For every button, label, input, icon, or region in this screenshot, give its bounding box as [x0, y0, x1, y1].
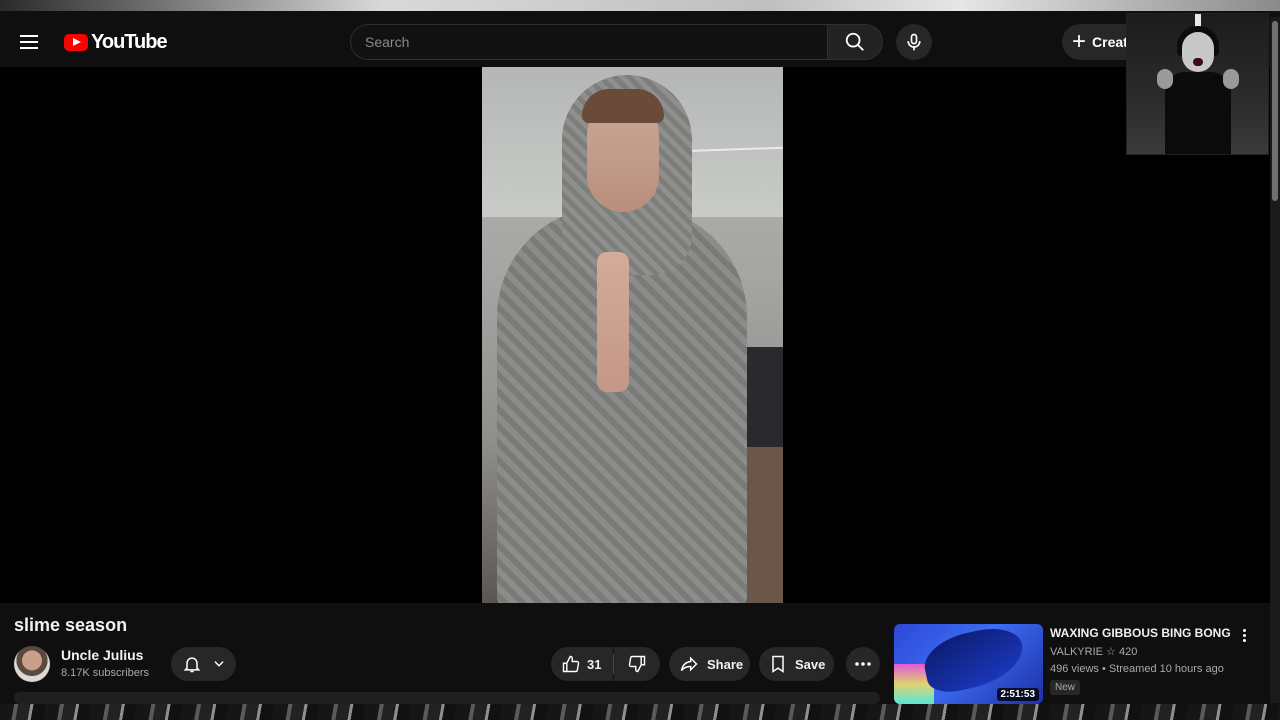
subscribed-notifications-button[interactable]: [171, 647, 236, 681]
webcam-overlay: [1126, 13, 1269, 155]
more-actions-button[interactable]: [846, 647, 880, 681]
video-player[interactable]: [0, 67, 1270, 603]
thumbs-down-icon: [628, 655, 646, 673]
mic-icon: [907, 33, 921, 51]
thumbnail-bird: [919, 624, 1029, 697]
logo-text: YouTube: [91, 30, 168, 53]
share-button[interactable]: Share: [669, 647, 750, 681]
masthead: YouTube + Create: [0, 17, 1280, 67]
new-badge: New: [1050, 680, 1081, 695]
share-label: Share: [707, 656, 744, 672]
chevron-down-icon: [213, 661, 224, 667]
channel-name[interactable]: Uncle Julius: [61, 647, 143, 663]
save-button[interactable]: Save: [759, 647, 834, 681]
youtube-logo-icon: [64, 33, 88, 51]
recommendation-meta: 496 views • Streamed 10 hours ago: [1050, 663, 1224, 675]
save-icon: [772, 655, 784, 673]
more-vert-icon[interactable]: [1236, 626, 1252, 644]
video-title: slime season: [14, 615, 128, 635]
recommendation-title[interactable]: WAXING GIBBOUS BING BONG: [1050, 626, 1231, 640]
webcam-person-hand-left: [1157, 69, 1173, 89]
recommendation-thumbnail[interactable]: 2:51:53: [894, 624, 1043, 704]
thumbs-up-icon: [562, 655, 580, 673]
youtube-logo[interactable]: YouTube: [64, 30, 168, 54]
more-icon: [855, 662, 871, 666]
desktop-top-strip: [0, 0, 1280, 17]
share-icon: [680, 656, 698, 672]
description-box[interactable]: [14, 692, 880, 704]
desktop-bottom-strip: [0, 704, 1280, 720]
like-count: 31: [587, 656, 602, 672]
search-input[interactable]: [351, 25, 805, 59]
recommendation-channel[interactable]: VALKYRIE ☆ 420: [1050, 645, 1137, 658]
search-icon: [845, 32, 864, 51]
person-hair: [582, 89, 664, 123]
like-button[interactable]: 31: [551, 647, 613, 681]
channel-avatar[interactable]: [14, 646, 50, 682]
voice-search-button[interactable]: [896, 24, 932, 60]
search-button[interactable]: [827, 24, 883, 60]
search-box: [350, 24, 828, 60]
person-chest: [597, 252, 629, 392]
plus-icon: +: [1072, 28, 1087, 55]
scrollbar-thumb[interactable]: [1272, 21, 1278, 201]
webcam-person-body: [1165, 72, 1231, 154]
bell-icon: [183, 657, 200, 673]
webcam-person-hand-right: [1223, 69, 1239, 89]
subscriber-count: 8.17K subscribers: [61, 667, 150, 679]
webcam-person-mouth: [1193, 58, 1203, 66]
menu-icon[interactable]: [20, 31, 44, 53]
webcam-person-head: [1182, 32, 1214, 72]
save-label: Save: [795, 656, 826, 672]
page-scrollbar[interactable]: [1270, 17, 1280, 703]
video-frame[interactable]: [482, 67, 783, 603]
video-duration: 2:51:53: [996, 688, 1039, 701]
dislike-button[interactable]: [614, 647, 660, 681]
